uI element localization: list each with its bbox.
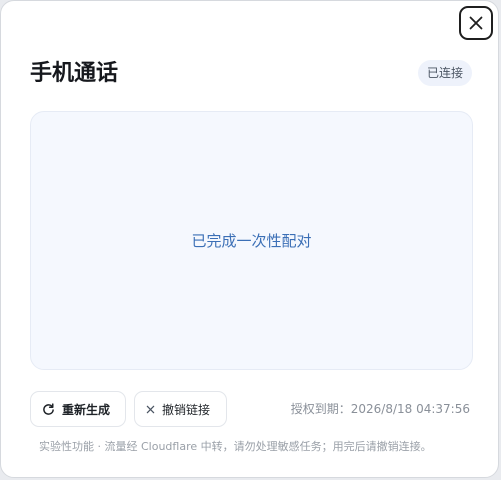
connection-status-badge: 已连接 bbox=[418, 60, 473, 86]
phone-call-dialog: 手机通话 已连接 已完成一次性配对 重新生成 撤销链接 授权到期：2026/8/… bbox=[0, 0, 499, 478]
revoke-link-label: 撤销链接 bbox=[162, 402, 211, 417]
dialog-title: 手机通话 bbox=[30, 61, 119, 86]
revoke-link-button[interactable]: 撤销链接 bbox=[134, 391, 227, 427]
authorization-expiry: 授权到期：2026/8/18 04:37:56 bbox=[290, 402, 470, 416]
regenerate-button[interactable]: 重新生成 bbox=[30, 391, 126, 427]
pairing-panel: 已完成一次性配对 bbox=[30, 111, 473, 370]
regenerate-label: 重新生成 bbox=[62, 402, 111, 417]
experimental-notice: 实验性功能 · 流量经 Cloudflare 中转，请勿处理敏感任务；用完后请撤… bbox=[39, 440, 432, 453]
close-button[interactable] bbox=[459, 6, 493, 40]
pairing-status-message: 已完成一次性配对 bbox=[191, 231, 312, 250]
close-icon bbox=[469, 16, 483, 30]
refresh-icon bbox=[42, 402, 55, 416]
x-icon bbox=[146, 405, 155, 414]
